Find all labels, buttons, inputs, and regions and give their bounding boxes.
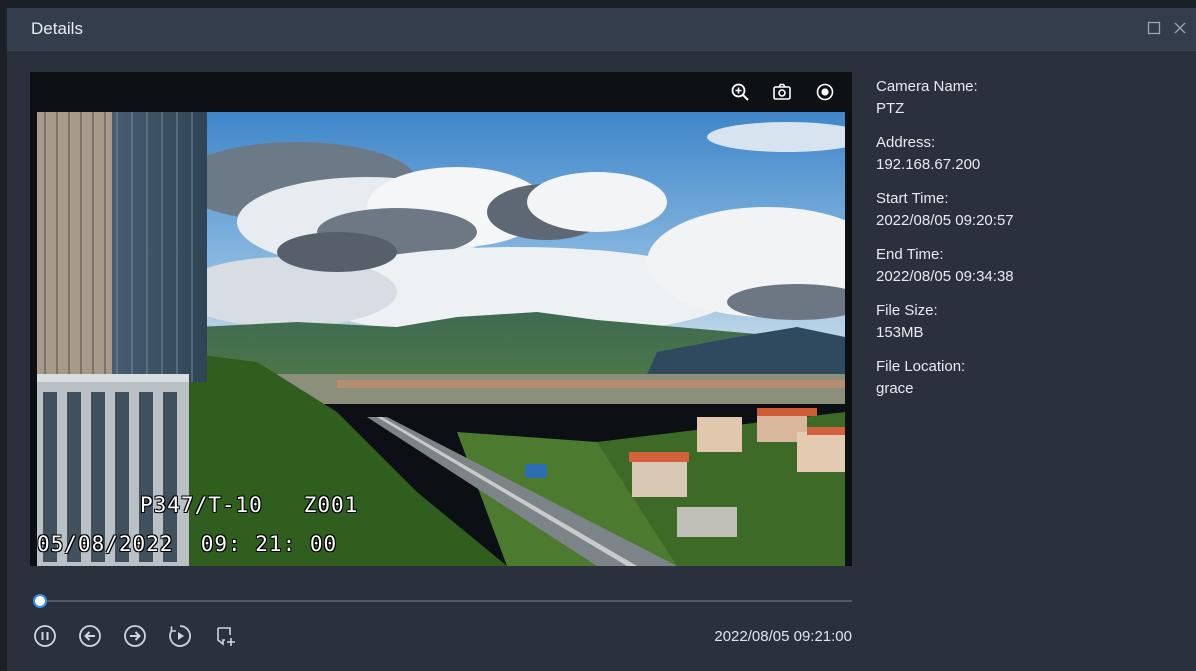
address-value: 192.168.67.200	[876, 156, 981, 173]
start-time-label: Start Time:	[876, 190, 949, 207]
window-title: Details	[31, 19, 83, 38]
video-toolbar	[30, 72, 852, 112]
video-frame: P347/T-10 Z001 05/08/2022 09: 21: 00	[37, 112, 845, 566]
start-time-value: 2022/08/05 09:20:57	[876, 212, 1014, 229]
add-tag-icon[interactable]	[214, 624, 238, 648]
osd-timestamp: 05/08/2022 09: 21: 00	[37, 532, 338, 556]
camera-name-label: Camera Name:	[876, 78, 978, 95]
speed-icon[interactable]	[168, 624, 192, 648]
recording-info-panel: Camera Name: PTZ Address: 192.168.67.200…	[876, 76, 1014, 412]
file-size-value: 153MB	[876, 324, 924, 341]
file-size-item: File Size: 153MB	[876, 300, 1014, 344]
close-icon	[1174, 22, 1186, 34]
osd-camera-line: P347/T-10 Z001	[140, 493, 359, 517]
previous-icon[interactable]	[78, 624, 102, 648]
camera-name-item: Camera Name: PTZ	[876, 76, 1014, 120]
title-bar: Details	[7, 8, 1196, 51]
end-time-value: 2022/08/05 09:34:38	[876, 268, 1014, 285]
camera-name-value: PTZ	[876, 100, 905, 117]
address-item: Address: 192.168.67.200	[876, 132, 1014, 176]
address-label: Address:	[876, 134, 936, 151]
file-location-value: grace	[876, 380, 914, 397]
zoom-in-icon[interactable]	[729, 81, 751, 103]
file-size-label: File Size:	[876, 302, 938, 319]
start-time-item: Start Time: 2022/08/05 09:20:57	[876, 188, 1014, 232]
current-play-time: 2022/08/05 09:21:00	[714, 628, 852, 645]
close-button[interactable]	[1170, 18, 1190, 38]
end-time-label: End Time:	[876, 246, 944, 263]
pause-icon[interactable]	[33, 624, 57, 648]
progress-track[interactable]	[33, 594, 852, 608]
video-player[interactable]: P347/T-10 Z001 05/08/2022 09: 21: 00	[30, 72, 852, 566]
file-location-label: File Location:	[876, 358, 966, 375]
end-time-item: End Time: 2022/08/05 09:34:38	[876, 244, 1014, 288]
maximize-button[interactable]	[1144, 18, 1164, 38]
next-icon[interactable]	[123, 624, 147, 648]
snapshot-icon[interactable]	[771, 81, 793, 103]
file-location-item: File Location: grace	[876, 356, 1014, 400]
details-window: Details P347/T-10 Z001 05/08/2022 09: 21…	[7, 8, 1196, 671]
progress-thumb[interactable]	[33, 594, 47, 608]
record-icon[interactable]	[814, 81, 836, 103]
maximize-icon	[1147, 21, 1161, 35]
